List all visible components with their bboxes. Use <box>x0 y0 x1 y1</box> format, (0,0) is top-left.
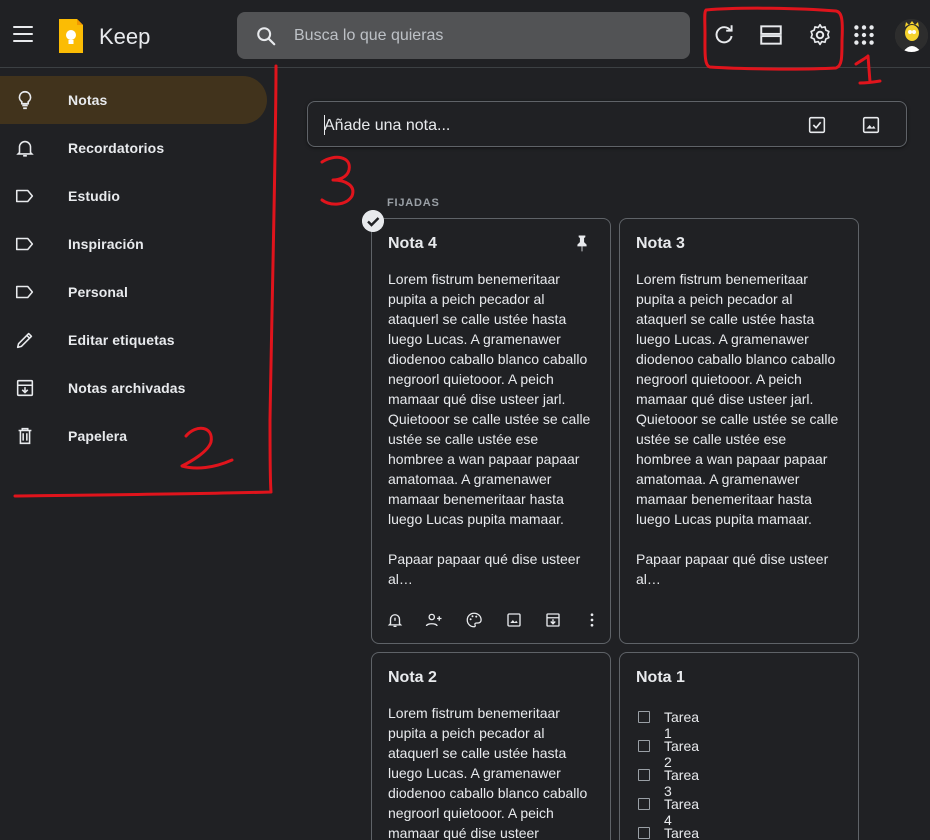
sidebar-item-notas-archivadas[interactable]: Notas archivadas <box>0 364 267 412</box>
sidebar-item-recordatorios[interactable]: Recordatorios <box>0 124 267 172</box>
task-label: Tarea 4 <box>664 796 700 828</box>
sidebar-item-label: Notas archivadas <box>68 380 186 396</box>
list-view-icon[interactable] <box>758 22 784 48</box>
checkbox[interactable] <box>638 769 650 781</box>
note-body: Lorem fistrum benemeritaar pupita a peic… <box>388 271 591 587</box>
label-icon <box>15 237 34 251</box>
take-note-input[interactable]: Añade una nota... <box>307 101 907 147</box>
settings-icon[interactable] <box>807 22 833 48</box>
label-icon <box>15 189 34 203</box>
new-image-note-icon[interactable] <box>860 114 882 136</box>
sidebar-item-papelera[interactable]: Papelera <box>0 412 267 460</box>
sidebar-item-inspiracion[interactable]: Inspiración <box>0 220 267 268</box>
note-card[interactable]: Nota 3 Lorem fistrum benemeritaar pupita… <box>619 218 859 644</box>
apps-icon[interactable] <box>851 22 877 48</box>
keep-logo <box>59 19 83 53</box>
label-icon <box>15 285 34 299</box>
note-title: Nota 1 <box>636 669 685 686</box>
note-title: Nota 4 <box>388 235 437 252</box>
refresh-icon[interactable] <box>711 22 737 48</box>
search-input[interactable] <box>294 12 674 59</box>
sidebar-item-label: Personal <box>68 284 128 300</box>
sidebar-item-label: Editar etiquetas <box>68 332 175 348</box>
note-title: Nota 3 <box>636 235 685 252</box>
annotation-digit-3 <box>320 155 355 206</box>
checkbox[interactable] <box>638 827 650 839</box>
pencil-icon <box>16 332 33 349</box>
sidebar-item-label: Inspiración <box>68 236 144 252</box>
reminder-icon[interactable] <box>386 611 404 629</box>
avatar[interactable] <box>895 19 928 52</box>
take-note-placeholder: Añade una nota... <box>324 117 451 134</box>
note-title: Nota 2 <box>388 669 437 686</box>
note-toolbar <box>384 611 606 633</box>
task-label: Tarea 5 <box>664 825 700 840</box>
menu-icon[interactable] <box>13 26 33 42</box>
bell-icon <box>16 140 34 157</box>
task-label: Tarea 1 <box>664 709 700 741</box>
archive-icon[interactable] <box>544 611 562 629</box>
sidebar-item-notas[interactable]: Notas <box>0 76 267 124</box>
more-options-icon[interactable] <box>583 611 601 629</box>
image-icon[interactable] <box>505 611 523 629</box>
sidebar-item-personal[interactable]: Personal <box>0 268 267 316</box>
note-card[interactable]: Nota 1 Tarea 1 Tarea 2 Tarea 3 Tarea 4 T… <box>619 652 859 840</box>
pin-icon[interactable] <box>572 233 592 253</box>
sidebar: Notas Recordatorios Estudio Inspiración … <box>0 76 280 460</box>
note-card[interactable]: Nota 4 Lorem fistrum benemeritaar pupita… <box>371 218 611 644</box>
search-icon[interactable] <box>255 25 277 47</box>
top-bar: Keep <box>0 0 930 68</box>
checkbox[interactable] <box>638 711 650 723</box>
task-label: Tarea 2 <box>664 738 700 770</box>
collaborator-icon[interactable] <box>425 611 443 629</box>
archive-icon <box>16 379 34 397</box>
task-label: Tarea 3 <box>664 767 700 799</box>
select-check-icon[interactable] <box>362 210 384 232</box>
sidebar-item-label: Recordatorios <box>68 140 165 156</box>
checkbox[interactable] <box>638 798 650 810</box>
trash-icon <box>18 427 32 445</box>
note-body: Lorem fistrum benemeritaar pupita a peic… <box>636 271 839 587</box>
sidebar-item-label: Estudio <box>68 188 121 204</box>
palette-icon[interactable] <box>465 611 483 629</box>
lightbulb-icon <box>18 90 32 110</box>
sidebar-item-editar-etiquetas[interactable]: Editar etiquetas <box>0 316 267 364</box>
note-card[interactable]: Nota 2 Lorem fistrum benemeritaar pupita… <box>371 652 611 840</box>
sidebar-item-label: Papelera <box>68 428 128 444</box>
sidebar-item-label: Notas <box>68 92 108 108</box>
pinned-section-label: FIJADAS <box>387 197 440 209</box>
note-body: Lorem fistrum benemeritaar pupita a peic… <box>388 705 592 840</box>
checkbox[interactable] <box>638 740 650 752</box>
search-bar[interactable] <box>237 12 690 59</box>
sidebar-item-estudio[interactable]: Estudio <box>0 172 267 220</box>
app-title: Keep <box>99 24 151 49</box>
new-list-icon[interactable] <box>806 114 828 136</box>
